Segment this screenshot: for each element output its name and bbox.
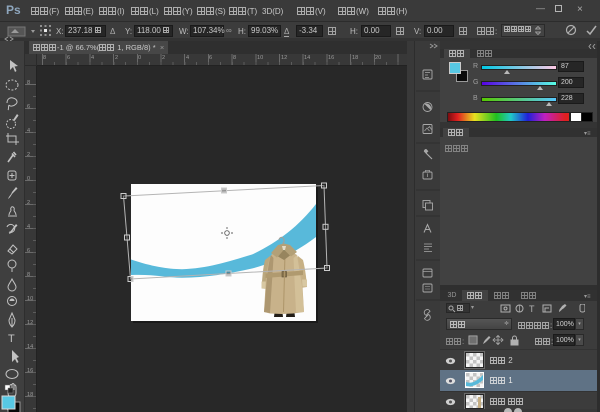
svg-text:T: T (8, 333, 15, 345)
svg-text:T: T (529, 304, 535, 313)
